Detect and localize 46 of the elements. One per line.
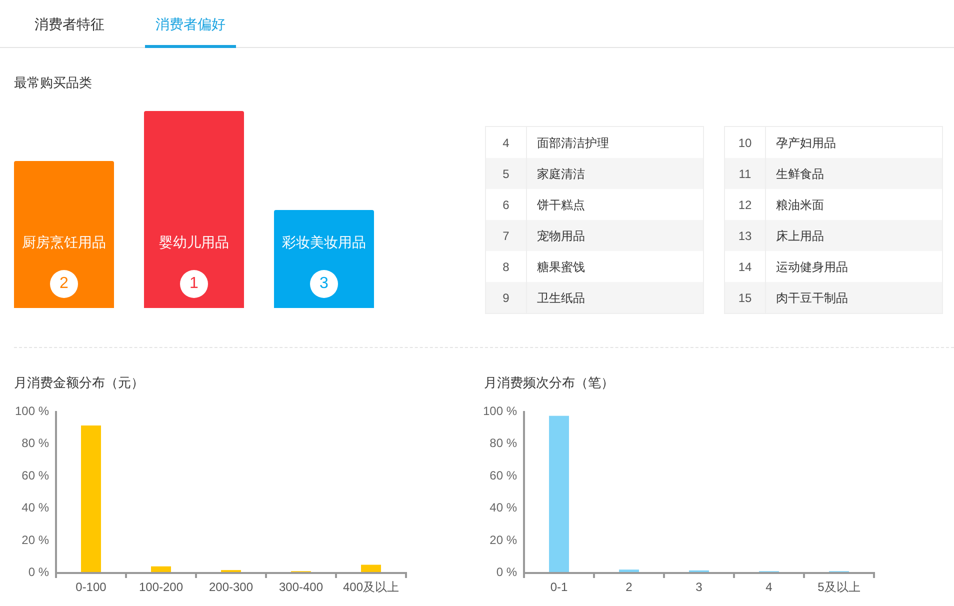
category-cell-text: 家庭清洁 xyxy=(536,166,586,182)
axis-tick-label: 100 % xyxy=(14,404,49,418)
rank-cell: 15 xyxy=(725,282,766,313)
category-cell-text: 糖果蜜饯 xyxy=(536,258,586,276)
axis-tick-label: 40 % xyxy=(490,500,517,515)
category-cell-text: 生鲜食品 xyxy=(775,166,825,182)
category-cell-text: 宠物用品 xyxy=(536,228,586,244)
axis-tick-label: 60 % xyxy=(490,468,517,482)
axis-tick-label: 40 % xyxy=(22,500,49,515)
axis-tick-label: 20 % xyxy=(22,532,49,547)
axis-tick-label: 60 % xyxy=(22,468,49,482)
category-label: 厨房烹饪用品 xyxy=(22,233,106,252)
axis-tick-label: 80 % xyxy=(490,436,517,450)
axis-tick-label: 4 xyxy=(766,580,772,594)
axis-tick-label: 100-200 xyxy=(138,580,184,594)
tab[interactable]: 消费者特征 xyxy=(24,0,115,48)
category-label: 彩妆美妆用品 xyxy=(282,233,366,252)
axis-tick-label: 3 xyxy=(696,580,702,594)
category-cell-text: 孕产妇用品 xyxy=(775,134,837,152)
axis-tick-label: 400及以上 xyxy=(342,580,400,594)
axis-tick-label: 100 % xyxy=(484,404,517,418)
category-cell-text: 肉干豆干制品 xyxy=(775,290,849,306)
category-cell-text: 面部清洁护理 xyxy=(536,134,610,152)
axis-tick-label: 0 % xyxy=(28,565,49,579)
category-label: 婴幼儿用品 xyxy=(159,233,229,252)
bar xyxy=(361,564,381,572)
axis-tick-label: 0-100 xyxy=(76,580,106,594)
category-cell-text: 床上用品 xyxy=(775,228,825,244)
axis-tick-label: 5及以上 xyxy=(818,580,860,594)
bar xyxy=(151,566,171,572)
category-cell-text: 饼干糕点 xyxy=(536,196,586,214)
axis-tick-label: 2 xyxy=(626,580,632,594)
axis-tick-label: 20 % xyxy=(490,532,517,547)
rank-cell: 9 xyxy=(486,282,527,313)
axis-tick-label: 0 % xyxy=(496,565,517,579)
axis-tick-label: 80 % xyxy=(22,436,49,450)
section-title: 最常购买品类 xyxy=(14,74,92,92)
axis-tick-label: 300-400 xyxy=(278,580,324,594)
category-cell-text: 粮油米面 xyxy=(775,196,825,214)
chart-title: 月消费金额分布（元） xyxy=(14,374,144,392)
chart-title: 月消费频次分布（笔） xyxy=(484,374,614,392)
bar xyxy=(619,570,639,572)
category-cell-text: 卫生纸品 xyxy=(536,290,586,306)
axis-tick-label: 0-1 xyxy=(550,580,568,594)
category-cell-text: 运动健身用品 xyxy=(775,258,849,276)
axis-tick-label: 200-300 xyxy=(208,580,254,594)
